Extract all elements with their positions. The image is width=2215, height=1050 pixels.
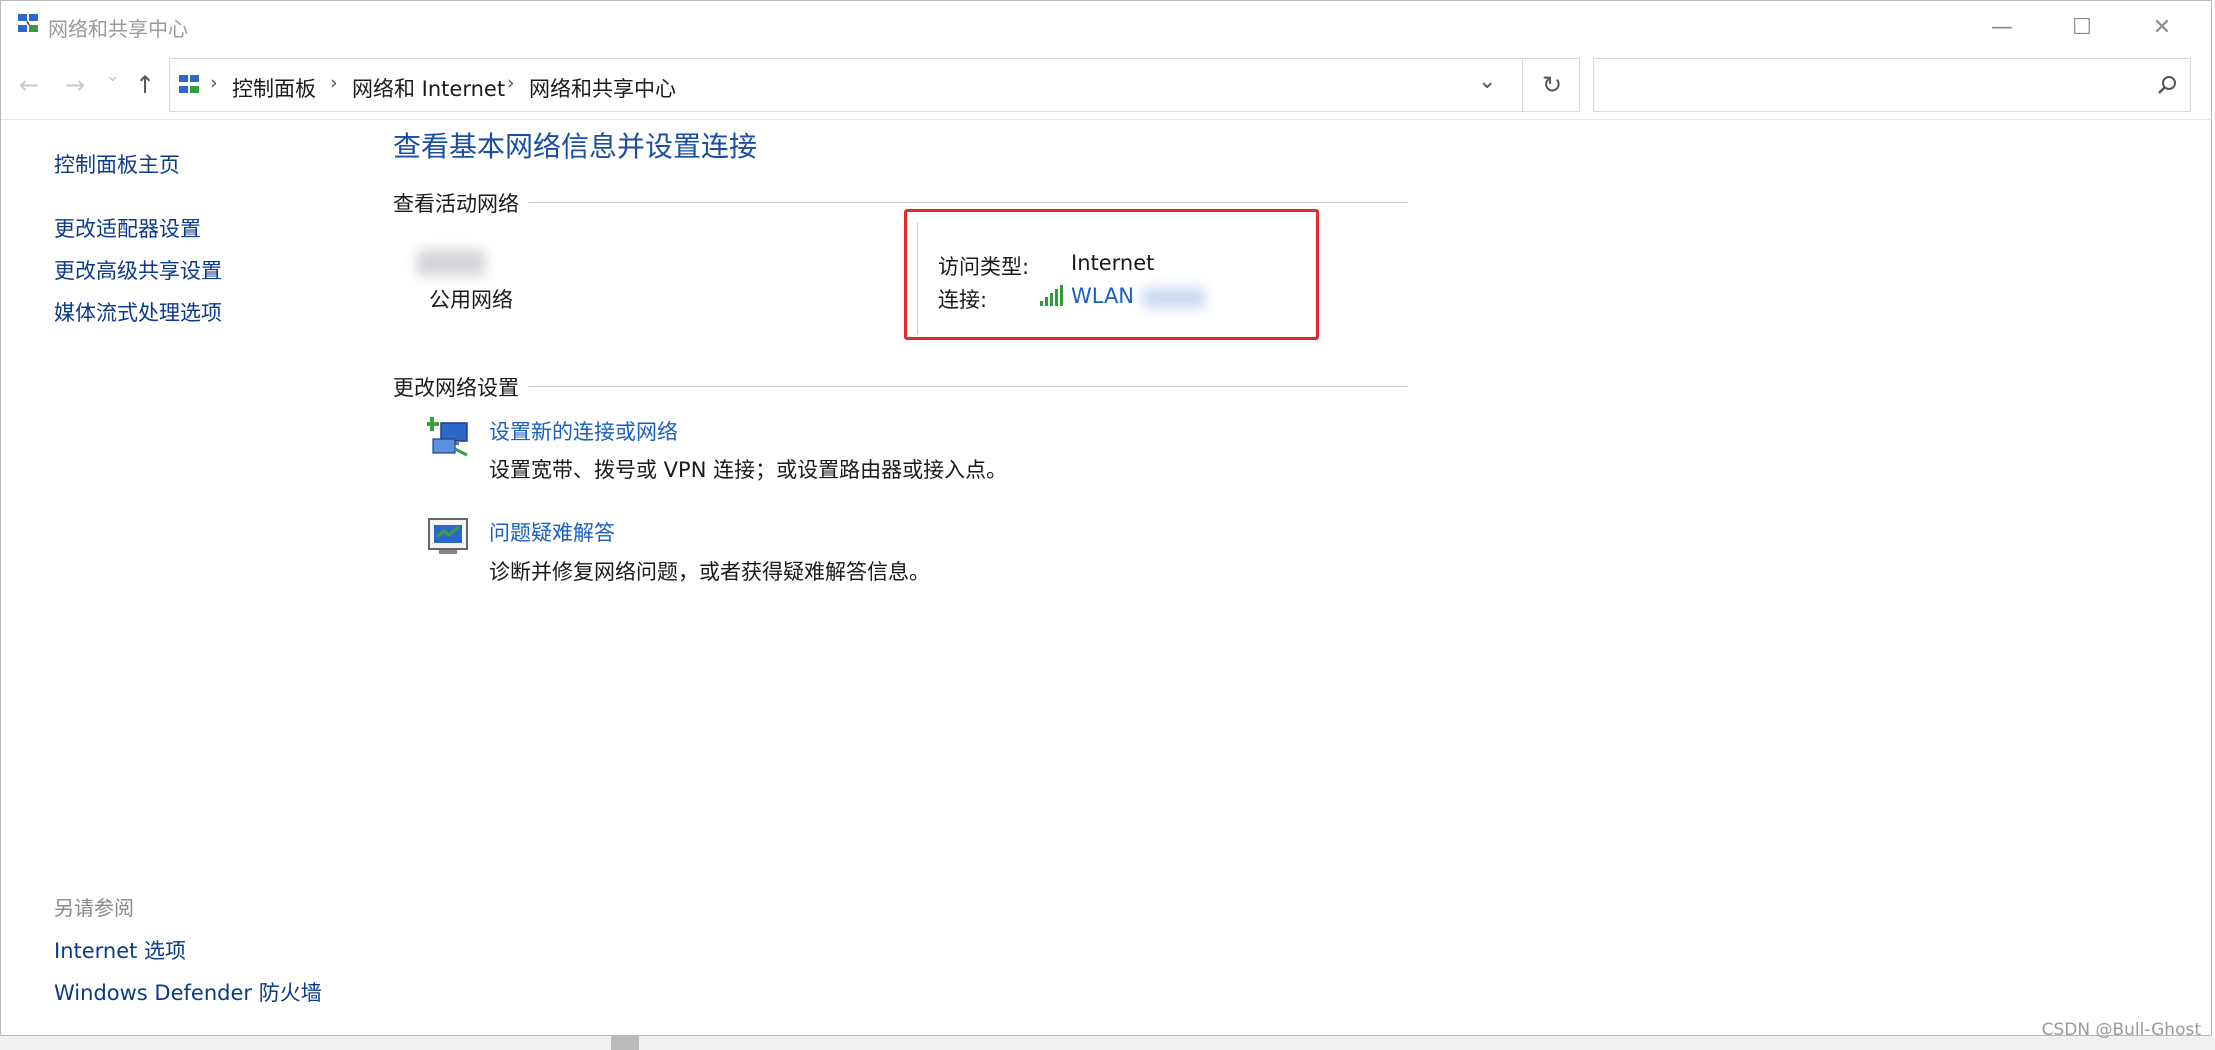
troubleshoot-desc: 诊断并修复网络问题，或者获得疑难解答信息。: [489, 560, 930, 584]
network-type-link[interactable]: 公用网络: [429, 284, 513, 314]
network-center-icon: [18, 14, 38, 32]
up-button[interactable]: ↑: [135, 71, 155, 99]
wlan-connection-name: WLAN: [1071, 284, 1135, 308]
active-networks-header: 查看活动网络: [393, 192, 519, 216]
wlan-connection-link[interactable]: WLAN: [1071, 284, 1134, 308]
see-also-internet-options[interactable]: Internet 选项: [54, 935, 186, 965]
network-sharing-center-window: 网络和共享中心 — ☐ ✕ ← → ⌄ ↑ › 控制面板 › 网络和 Inter…: [0, 0, 2213, 1036]
title-bar[interactable]: 网络和共享中心 — ☐ ✕: [1, 1, 2213, 53]
change-settings-header: 更改网络设置: [393, 376, 519, 400]
sidebar-control-panel-home[interactable]: 控制面板主页: [54, 149, 180, 179]
minimize-button[interactable]: —: [1967, 1, 2037, 53]
ssid-redacted: [1143, 288, 1205, 308]
refresh-button[interactable]: ↻: [1522, 58, 1581, 112]
toolbar-divider: [1, 119, 2213, 120]
network-name-redacted: [417, 250, 485, 276]
back-button[interactable]: ←: [19, 71, 39, 99]
breadcrumb-sharing-center[interactable]: 网络和共享中心: [529, 73, 676, 103]
info-divider: [917, 223, 918, 335]
network-center-small-icon: [179, 75, 199, 93]
access-type-label: 访问类型:: [938, 255, 1030, 279]
section-divider: [529, 202, 1408, 203]
sidebar-item-advanced-sharing[interactable]: 更改高级共享设置: [54, 255, 222, 285]
see-also-title: 另请参阅: [54, 896, 134, 920]
address-dropdown-button[interactable]: ⌄: [1478, 69, 1496, 94]
breadcrumb-separator: ›: [210, 72, 218, 94]
section-divider: [529, 386, 1408, 387]
troubleshoot-link[interactable]: 问题疑难解答: [489, 517, 615, 547]
forward-button[interactable]: →: [65, 71, 85, 99]
search-input[interactable]: [1593, 58, 2191, 112]
breadcrumb-separator: ›: [507, 72, 515, 94]
troubleshoot-icon: [428, 518, 468, 554]
setup-new-connection-link[interactable]: 设置新的连接或网络: [489, 416, 678, 446]
search-icon[interactable]: [2156, 74, 2178, 96]
sidebar-item-adapter-settings[interactable]: 更改适配器设置: [54, 213, 201, 243]
background-taskbar-edge: [0, 1036, 2215, 1050]
page-title: 查看基本网络信息并设置连接: [393, 130, 758, 163]
connection-label: 连接:: [938, 288, 988, 312]
window-title: 网络和共享中心: [48, 17, 188, 41]
close-button[interactable]: ✕: [2127, 1, 2197, 53]
breadcrumb-network-internet[interactable]: 网络和 Internet: [352, 73, 505, 103]
access-type-value: Internet: [1071, 251, 1155, 275]
new-connection-icon: [427, 417, 468, 457]
sidebar-item-media-streaming[interactable]: 媒体流式处理选项: [54, 297, 222, 327]
wifi-signal-icon: [1040, 285, 1063, 306]
watermark: CSDN @Bull-Ghost: [2041, 1020, 2201, 1040]
setup-new-connection-desc: 设置宽带、拨号或 VPN 连接；或设置路由器或接入点。: [489, 458, 1008, 482]
background-window-edge: [611, 1036, 639, 1050]
breadcrumb-control-panel[interactable]: 控制面板: [232, 73, 316, 103]
see-also-firewall[interactable]: Windows Defender 防火墙: [54, 977, 322, 1007]
address-bar[interactable]: › 控制面板 › 网络和 Internet › 网络和共享中心 ⌄: [169, 58, 1580, 112]
maximize-button[interactable]: ☐: [2047, 1, 2117, 53]
recent-locations-button[interactable]: ⌄: [105, 65, 120, 86]
breadcrumb-separator: ›: [330, 72, 338, 94]
